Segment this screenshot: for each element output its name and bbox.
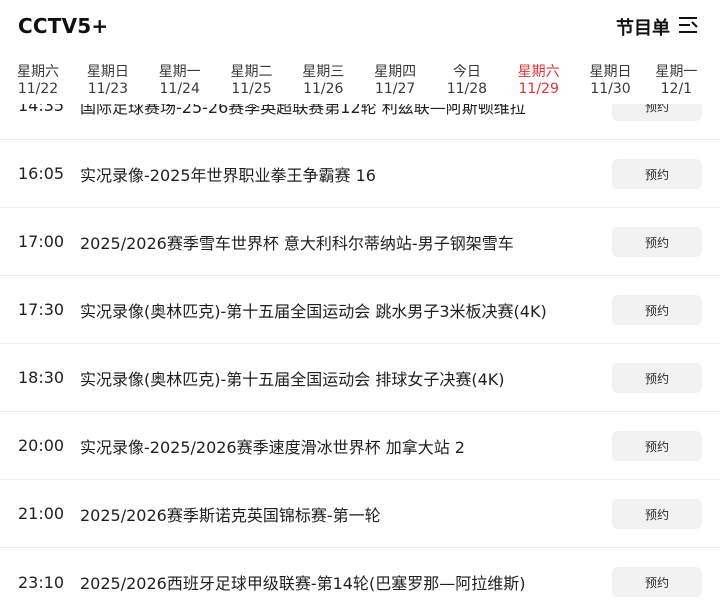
- date-tab-weekday: 星期一: [655, 64, 698, 80]
- date-tab-date: 11/26: [303, 81, 344, 97]
- date-tab-selected[interactable]: 星期六 11/29: [503, 64, 575, 104]
- program-title: 实况录像(奥林匹克)-第十五届全国运动会 排球女子决赛(4K): [80, 369, 505, 389]
- reserve-button[interactable]: 预约: [612, 499, 702, 529]
- date-tab-weekday: 星期三: [302, 64, 345, 80]
- program-time: 21:00: [18, 504, 65, 523]
- program-time: 17:30: [18, 300, 65, 319]
- program-guide-button[interactable]: 节目单: [616, 14, 698, 40]
- date-tab-weekday: 今日: [452, 64, 481, 80]
- date-tab[interactable]: 星期日 11/30: [575, 64, 647, 104]
- date-tab-date: 11/30: [590, 81, 631, 97]
- reserve-button[interactable]: 预约: [612, 363, 702, 393]
- program-title: 2025/2026赛季斯诺克英国锦标赛-第一轮: [80, 505, 381, 525]
- channel-name: CCTV5+: [18, 14, 109, 38]
- date-tab-weekday: 星期二: [230, 64, 273, 80]
- app-header: CCTV5+ 节目单: [0, 0, 720, 58]
- reserve-button[interactable]: 预约: [612, 227, 702, 257]
- date-tab-weekday: 星期六: [17, 64, 59, 80]
- program-row: 16:05 实况录像-2025年世界职业拳王争霸赛 16 预约: [0, 140, 720, 208]
- date-tab-weekday: 星期日: [86, 64, 129, 80]
- date-tab-today[interactable]: 今日 11/28: [431, 64, 503, 104]
- program-row: 21:00 2025/2026赛季斯诺克英国锦标赛-第一轮 预约: [0, 480, 720, 548]
- program-row: 17:00 2025/2026赛季雪车世界杯 意大利科尔蒂纳站-男子钢架雪车 预…: [0, 208, 720, 276]
- program-time: 20:00: [18, 436, 65, 455]
- program-title: 实况录像(奥林匹克)-第十五届全国运动会 跳水男子3米板决赛(4K): [80, 301, 547, 321]
- date-tab[interactable]: 星期四 11/27: [359, 64, 431, 104]
- date-tab-date: 11/27: [374, 81, 416, 97]
- program-guide-label: 节目单: [616, 18, 670, 39]
- date-tab-weekday: 星期一: [158, 64, 201, 80]
- reserve-button[interactable]: 预约: [612, 431, 702, 461]
- date-tab-date: 11/28: [446, 81, 488, 97]
- program-time: 18:30: [18, 368, 65, 387]
- date-tab[interactable]: 星期一 11/24: [144, 64, 216, 104]
- date-tab-date: 11/22: [17, 81, 59, 97]
- date-tab-date: 11/24: [159, 81, 200, 97]
- date-tab[interactable]: 星期日 11/23: [72, 64, 144, 104]
- program-time: 23:10: [18, 572, 65, 592]
- date-tab-date: 11/29: [518, 81, 559, 97]
- date-tab-weekday: 星期日: [589, 64, 632, 80]
- reserve-button[interactable]: 预约: [612, 295, 702, 325]
- reserve-button[interactable]: 预约: [612, 567, 702, 597]
- date-tab-date: 11/25: [231, 81, 272, 97]
- program-row: 20:00 实况录像-2025/2026赛季速度滑冰世界杯 加拿大站 2 预约: [0, 412, 720, 480]
- list-filter-icon: [670, 15, 698, 40]
- program-time: 17:00: [18, 232, 65, 251]
- date-tab-weekday: 星期四: [374, 64, 417, 80]
- program-title: 实况录像-2025/2026赛季速度滑冰世界杯 加拿大站 2: [80, 437, 465, 457]
- program-row: 17:30 实况录像(奥林匹克)-第十五届全国运动会 跳水男子3米板决赛(4K)…: [0, 276, 720, 344]
- program-title: 实况录像-2025年世界职业拳王争霸赛 16: [80, 165, 376, 185]
- program-title: 2025/2026西班牙足球甲级联赛-第14轮(巴塞罗那—阿拉维斯): [80, 574, 526, 593]
- program-title: 2025/2026赛季雪车世界杯 意大利科尔蒂纳站-男子钢架雪车: [80, 233, 514, 253]
- date-selector: 星期六 11/22 星期日 11/23 星期一 11/24 星期二 11/25 …: [0, 64, 720, 104]
- date-tab[interactable]: 星期六 11/22: [4, 64, 72, 104]
- program-time: 16:05: [18, 164, 65, 183]
- reserve-button[interactable]: 预约: [612, 159, 702, 189]
- date-tab[interactable]: 星期一 12/1: [646, 64, 706, 104]
- program-row: 23:10 2025/2026西班牙足球甲级联赛-第14轮(巴塞罗那—阿拉维斯)…: [0, 548, 720, 603]
- program-row: 18:30 实况录像(奥林匹克)-第十五届全国运动会 排球女子决赛(4K) 预约: [0, 344, 720, 412]
- date-tab[interactable]: 星期二 11/25: [216, 64, 288, 104]
- date-tab[interactable]: 星期三 11/26: [287, 64, 359, 104]
- date-tab-date: 11/23: [87, 81, 129, 97]
- date-tab-weekday: 星期六: [517, 64, 560, 80]
- date-tab-date: 12/1: [660, 81, 693, 97]
